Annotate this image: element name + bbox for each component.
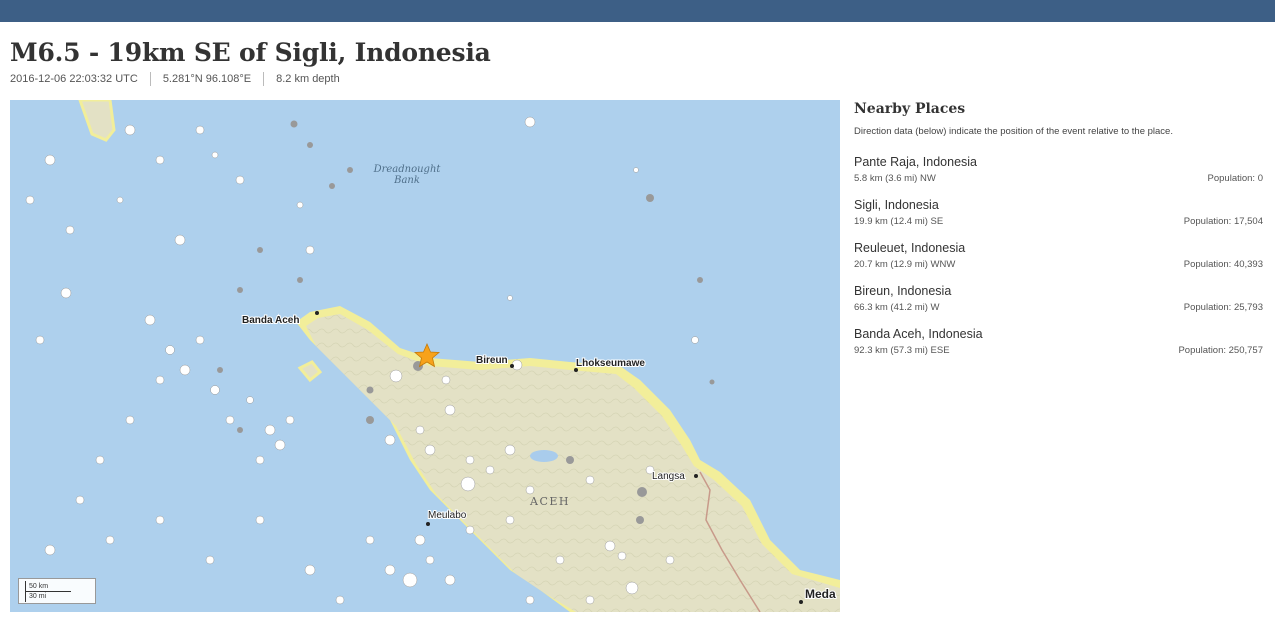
place-name: Pante Raja, Indonesia [854,155,978,169]
label-banda-aceh: Banda Aceh [242,315,299,326]
label-langsa: Langsa [652,471,685,482]
city-dot-bireun [510,364,514,368]
event-meta: 2016-12-06 22:03:32 UTC 5.281°N 96.108°E… [10,72,352,86]
city-dot-meulabo [426,522,430,526]
place-name: Bireun, Indonesia [854,284,952,298]
event-depth: 8.2 km depth [263,72,352,86]
place-distance: 66.3 km (41.2 mi) W [854,302,940,313]
label-lhokseumawe: Lhokseumawe [576,358,645,369]
city-dot-medan [799,600,803,604]
event-time: 2016-12-06 22:03:32 UTC [10,73,138,85]
page-title: M6.5 - 19km SE of Sigli, Indonesia [10,38,491,67]
place-name: Sigli, Indonesia [854,198,939,212]
nearby-place-item: Sigli, Indonesia 19.9 km (12.4 mi) SE Po… [854,197,1263,228]
nearby-place-item: Banda Aceh, Indonesia 92.3 km (57.3 mi) … [854,326,1263,357]
place-name: Reuleuet, Indonesia [854,241,966,255]
place-population: Population: 0 [1207,173,1263,184]
scale-mi: 30 mi [25,592,61,602]
lake [530,450,558,462]
nearby-places-title: Nearby Places [854,101,966,117]
place-distance: 92.3 km (57.3 mi) ESE [854,345,950,356]
label-bireun: Bireun [476,355,508,366]
label-bank: Bank [393,175,420,186]
place-distance: 5.8 km (3.6 mi) NW [854,173,936,184]
place-population: Population: 17,504 [1183,216,1263,227]
city-dot-banda-aceh [315,311,319,315]
label-dreadnought: Dreadnought [373,164,442,175]
map-scale-bar: 50 km 30 mi [18,578,96,604]
nearby-place-item: Pante Raja, Indonesia 5.8 km (3.6 mi) NW… [854,154,1263,185]
top-nav-bar [0,0,1275,22]
nearby-places-note: Direction data (below) indicate the posi… [854,126,1173,137]
scale-km: 50 km [25,581,71,592]
nearby-places-panel: Nearby Places Direction data (below) ind… [854,100,1263,357]
place-population: Population: 40,393 [1183,259,1263,270]
city-dot-langsa [694,474,698,478]
label-medan: Meda [805,587,836,601]
place-population: Population: 250,757 [1178,345,1263,356]
nearby-place-item: Reuleuet, Indonesia 20.7 km (12.9 mi) WN… [854,240,1263,271]
place-distance: 20.7 km (12.9 mi) WNW [854,259,956,270]
event-coordinates: 5.281°N 96.108°E [149,72,263,86]
label-aceh: ACEH [529,495,570,508]
earthquake-map[interactable]: Dreadnought Bank Banda Aceh Bireun Lhoks… [10,100,840,612]
label-meulabo: Meulabo [428,510,467,521]
place-distance: 19.9 km (12.4 mi) SE [854,216,944,227]
nearby-place-item: Bireun, Indonesia 66.3 km (41.2 mi) W Po… [854,283,1263,314]
place-name: Banda Aceh, Indonesia [854,327,983,341]
place-population: Population: 25,793 [1183,302,1263,313]
